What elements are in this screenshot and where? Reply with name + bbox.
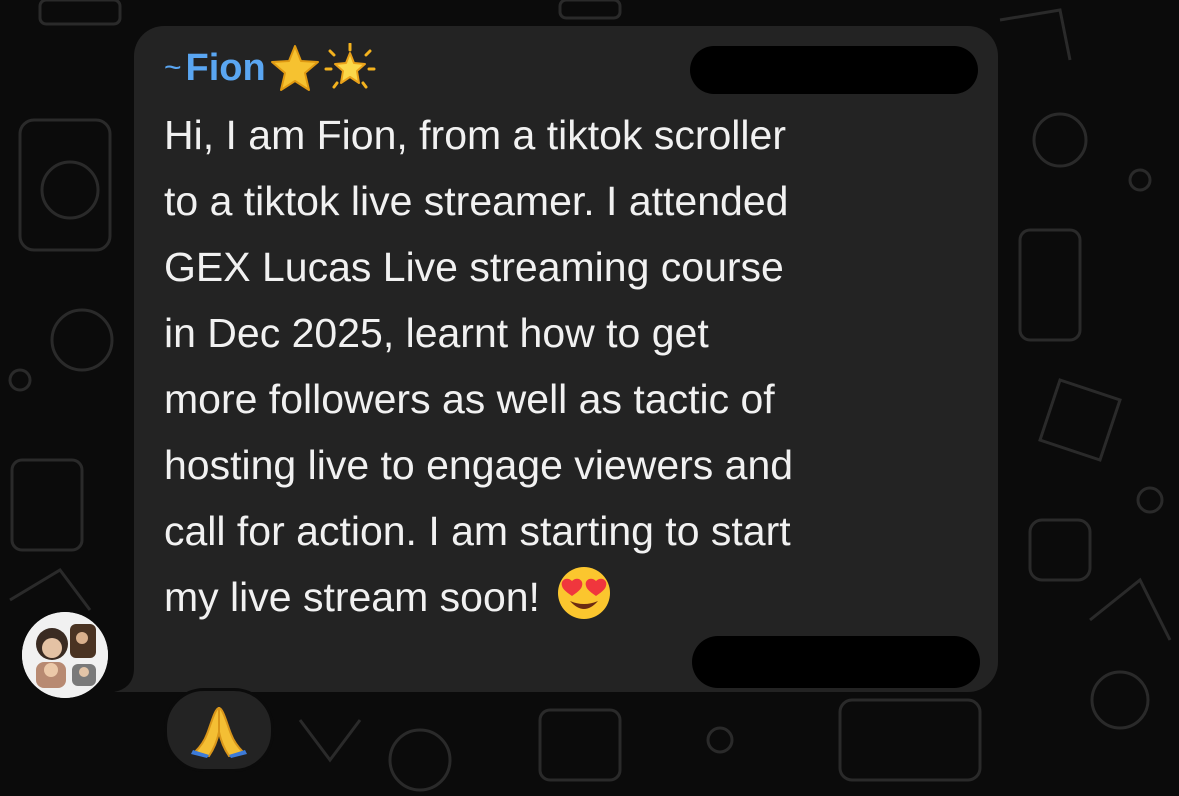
message-bubble[interactable]: ~ Fion Hi, I am Fion, from a tiktok scro… [134, 26, 998, 692]
message-line: more followers as well as tactic of [164, 376, 775, 422]
smiling-face-with-heart-eyes-icon [557, 567, 610, 619]
avatar[interactable] [22, 612, 108, 698]
sender-tilde: ~ [164, 51, 182, 84]
message-line: in Dec 2025, learnt how to get [164, 310, 709, 356]
redacted-phone-number [690, 46, 978, 94]
reaction-bubble[interactable] [164, 688, 274, 772]
message-text: Hi, I am Fion, from a tiktok scroller to… [164, 102, 974, 630]
folded-hands-icon [191, 706, 247, 758]
sender-name-text: Fion [185, 46, 266, 89]
sender-name[interactable]: ~ Fion [164, 43, 378, 91]
message-line-last: my live stream soon! [164, 564, 974, 630]
message-line: my live stream soon! [164, 574, 540, 620]
redacted-timestamp [692, 636, 980, 688]
message-line: to a tiktok live streamer. I attended [164, 178, 789, 224]
glowing-star-icon [324, 43, 376, 89]
message-line: GEX Lucas Live streaming course [164, 244, 784, 290]
star-icon [270, 45, 319, 91]
message-line: Hi, I am Fion, from a tiktok scroller [164, 112, 786, 158]
avatar-collage-image [22, 612, 108, 698]
message-line: hosting live to engage viewers and [164, 442, 794, 488]
message-line: call for action. I am starting to start [164, 508, 791, 554]
